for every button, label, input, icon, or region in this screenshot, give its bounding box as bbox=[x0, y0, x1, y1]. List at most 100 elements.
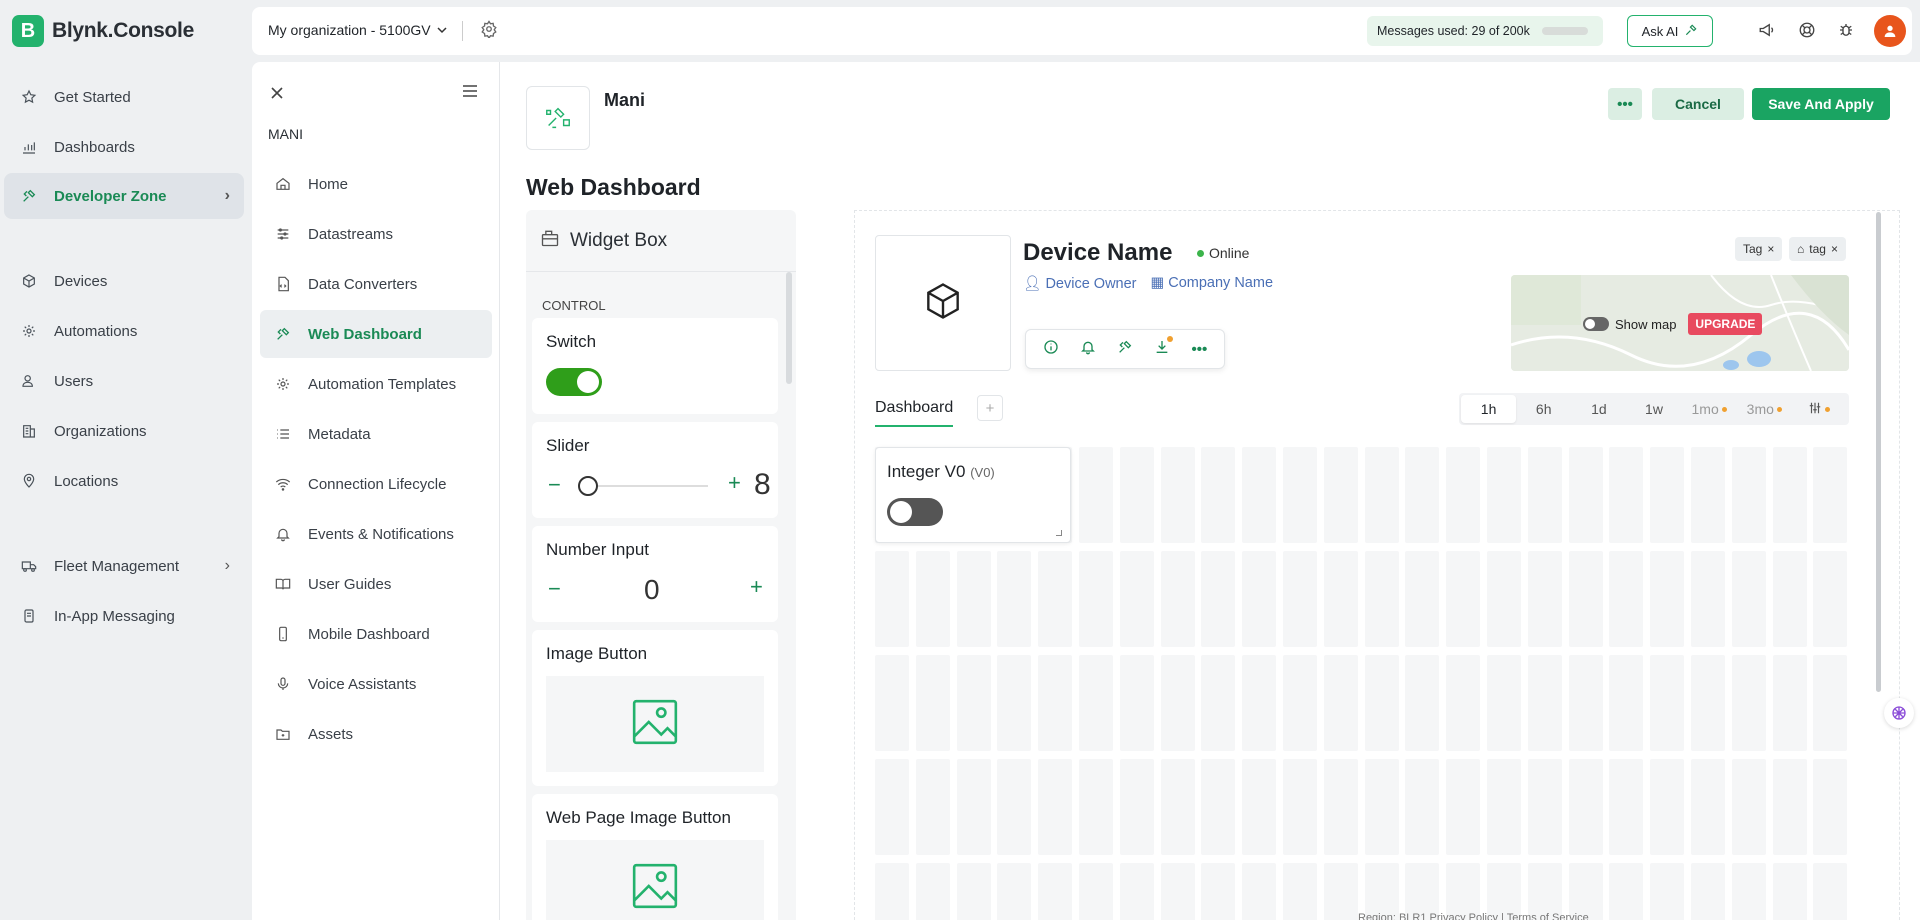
widget-slider[interactable]: Slider − + 8 bbox=[532, 422, 778, 518]
gear-icon[interactable] bbox=[480, 20, 498, 42]
user-avatar[interactable] bbox=[1874, 15, 1906, 47]
tnav-connection-lifecycle[interactable]: Connection Lifecycle bbox=[260, 460, 492, 508]
tnav-mobile-dashboard[interactable]: Mobile Dashboard bbox=[260, 610, 492, 658]
help-icon[interactable] bbox=[1798, 21, 1816, 43]
device-image[interactable] bbox=[875, 235, 1011, 371]
megaphone-icon[interactable] bbox=[1758, 21, 1776, 43]
widget-integer-v0[interactable]: Integer V0 (V0) bbox=[875, 447, 1071, 543]
tnav-metadata[interactable]: Metadata bbox=[260, 410, 492, 458]
nav-users[interactable]: Users bbox=[4, 358, 244, 404]
plus-icon[interactable]: + bbox=[728, 470, 741, 496]
tnav-web-dashboard[interactable]: Web Dashboard bbox=[260, 310, 492, 358]
range-6h[interactable]: 6h bbox=[1516, 395, 1571, 423]
toggle-switch[interactable] bbox=[1583, 317, 1609, 331]
tnav-datastreams[interactable]: Datastreams bbox=[260, 210, 492, 258]
grid-cell bbox=[1119, 551, 1154, 647]
cancel-button[interactable]: Cancel bbox=[1652, 88, 1744, 120]
tnav-label: User Guides bbox=[308, 575, 392, 593]
bell-icon[interactable] bbox=[1080, 339, 1096, 359]
widget-box-scrollbar[interactable] bbox=[786, 272, 792, 384]
slider-handle[interactable] bbox=[578, 476, 598, 496]
save-and-apply-button[interactable]: Save And Apply bbox=[1752, 88, 1890, 120]
nav-fleet-management[interactable]: Fleet Management › bbox=[4, 543, 244, 589]
device-owner-link[interactable]: 👤︎ Device Owner bbox=[1023, 275, 1137, 292]
nav-in-app-messaging[interactable]: In-App Messaging bbox=[4, 593, 244, 639]
widget-box-header: Widget Box bbox=[526, 210, 796, 272]
nav-get-started[interactable]: Get Started bbox=[4, 74, 244, 120]
nav-locations[interactable]: Locations bbox=[4, 458, 244, 504]
grid-cell bbox=[1119, 759, 1154, 855]
info-icon[interactable] bbox=[1043, 339, 1059, 359]
range-1h[interactable]: 1h bbox=[1461, 395, 1517, 423]
add-tab-button[interactable]: + bbox=[977, 395, 1003, 421]
grid-cell bbox=[1323, 551, 1358, 647]
grid-cell bbox=[1079, 655, 1113, 751]
tnav-user-guides[interactable]: User Guides bbox=[260, 560, 492, 608]
slider-track[interactable] bbox=[580, 485, 708, 487]
tnav-assets[interactable]: Assets bbox=[260, 710, 492, 758]
close-icon[interactable]: × bbox=[1767, 242, 1774, 256]
tnav-voice-assistants[interactable]: Voice Assistants bbox=[260, 660, 492, 708]
range-1w[interactable]: 1w bbox=[1626, 395, 1681, 423]
range-1mo[interactable]: 1mo bbox=[1682, 395, 1737, 423]
company-link[interactable]: ▦ Company Name bbox=[1151, 275, 1274, 292]
messages-usage[interactable]: Messages used: 29 of 200k bbox=[1367, 16, 1603, 46]
show-map-toggle[interactable]: Show map UPGRADE bbox=[1583, 313, 1763, 335]
tnav-label: Data Converters bbox=[308, 275, 418, 293]
ask-ai-button[interactable]: Ask AI bbox=[1627, 15, 1713, 47]
grid-cell bbox=[1691, 759, 1725, 855]
widget-image-button[interactable]: Image Button bbox=[532, 630, 778, 786]
widget-switch[interactable]: Switch bbox=[532, 318, 778, 414]
grid-cell bbox=[997, 655, 1032, 751]
range-3mo[interactable]: 3mo bbox=[1737, 395, 1792, 423]
switch-toggle[interactable] bbox=[887, 498, 943, 526]
tools-icon[interactable] bbox=[1117, 339, 1133, 359]
tnav-events-notifications[interactable]: Events & Notifications bbox=[260, 510, 492, 558]
tnav-home[interactable]: Home bbox=[260, 160, 492, 208]
grid-cell bbox=[1487, 759, 1521, 855]
close-icon[interactable] bbox=[270, 84, 284, 105]
widget-box: Widget Box CONTROL Switch Slider − + 8 N… bbox=[526, 210, 796, 920]
upgrade-badge[interactable]: UPGRADE bbox=[1688, 313, 1763, 335]
nav-developer-zone[interactable]: Developer Zone › bbox=[4, 173, 244, 219]
widget-number-input[interactable]: Number Input − 0 + bbox=[532, 526, 778, 622]
range-1d[interactable]: 1d bbox=[1571, 395, 1626, 423]
ai-assistant-icon[interactable] bbox=[1884, 698, 1914, 728]
map-preview[interactable]: Show map UPGRADE bbox=[1511, 275, 1849, 371]
app-logo[interactable]: B Blynk.Console bbox=[12, 15, 194, 47]
divider bbox=[462, 21, 463, 41]
download-icon[interactable] bbox=[1154, 336, 1174, 359]
automation-icon bbox=[274, 375, 292, 393]
tag-chip[interactable]: Tag × bbox=[1735, 237, 1783, 261]
grid-cell bbox=[1201, 551, 1236, 647]
nav-organizations[interactable]: Organizations bbox=[4, 408, 244, 454]
organization-selector[interactable]: My organization - 5100GV bbox=[268, 22, 447, 38]
grid-cell bbox=[1283, 655, 1317, 751]
tnav-automation-templates[interactable]: Automation Templates bbox=[260, 360, 492, 408]
bug-icon[interactable] bbox=[1837, 21, 1855, 43]
minus-icon[interactable]: − bbox=[548, 576, 561, 602]
tnav-label: Home bbox=[308, 175, 349, 193]
more-options-button[interactable]: ••• bbox=[1608, 88, 1642, 120]
nav-dashboards[interactable]: Dashboards bbox=[4, 124, 244, 170]
canvas-scrollbar[interactable] bbox=[1876, 212, 1881, 692]
plus-icon[interactable]: + bbox=[750, 574, 763, 600]
tag-chip[interactable]: ⌂ tag × bbox=[1789, 237, 1846, 261]
menu-icon[interactable] bbox=[462, 84, 478, 102]
switch-toggle[interactable] bbox=[546, 368, 602, 396]
messages-used-text: Messages used: 29 of 200k bbox=[1377, 24, 1530, 38]
tab-dashboard[interactable]: Dashboard bbox=[875, 399, 954, 427]
minus-icon[interactable]: − bbox=[548, 472, 561, 498]
grid-cell bbox=[1691, 863, 1725, 920]
template-icon[interactable] bbox=[526, 86, 590, 150]
close-icon[interactable]: × bbox=[1831, 242, 1838, 256]
grid-cell bbox=[1038, 759, 1073, 855]
resize-handle-icon[interactable] bbox=[1056, 530, 1062, 536]
nav-automations[interactable]: Automations bbox=[4, 308, 244, 354]
nav-devices[interactable]: Devices bbox=[4, 258, 244, 304]
grid-cell bbox=[915, 551, 950, 647]
widget-web-page-image-button[interactable]: Web Page Image Button bbox=[532, 794, 778, 920]
more-icon[interactable]: ••• bbox=[1192, 341, 1208, 358]
range-custom[interactable] bbox=[1792, 395, 1847, 423]
tnav-data-converters[interactable]: Data Converters bbox=[260, 260, 492, 308]
